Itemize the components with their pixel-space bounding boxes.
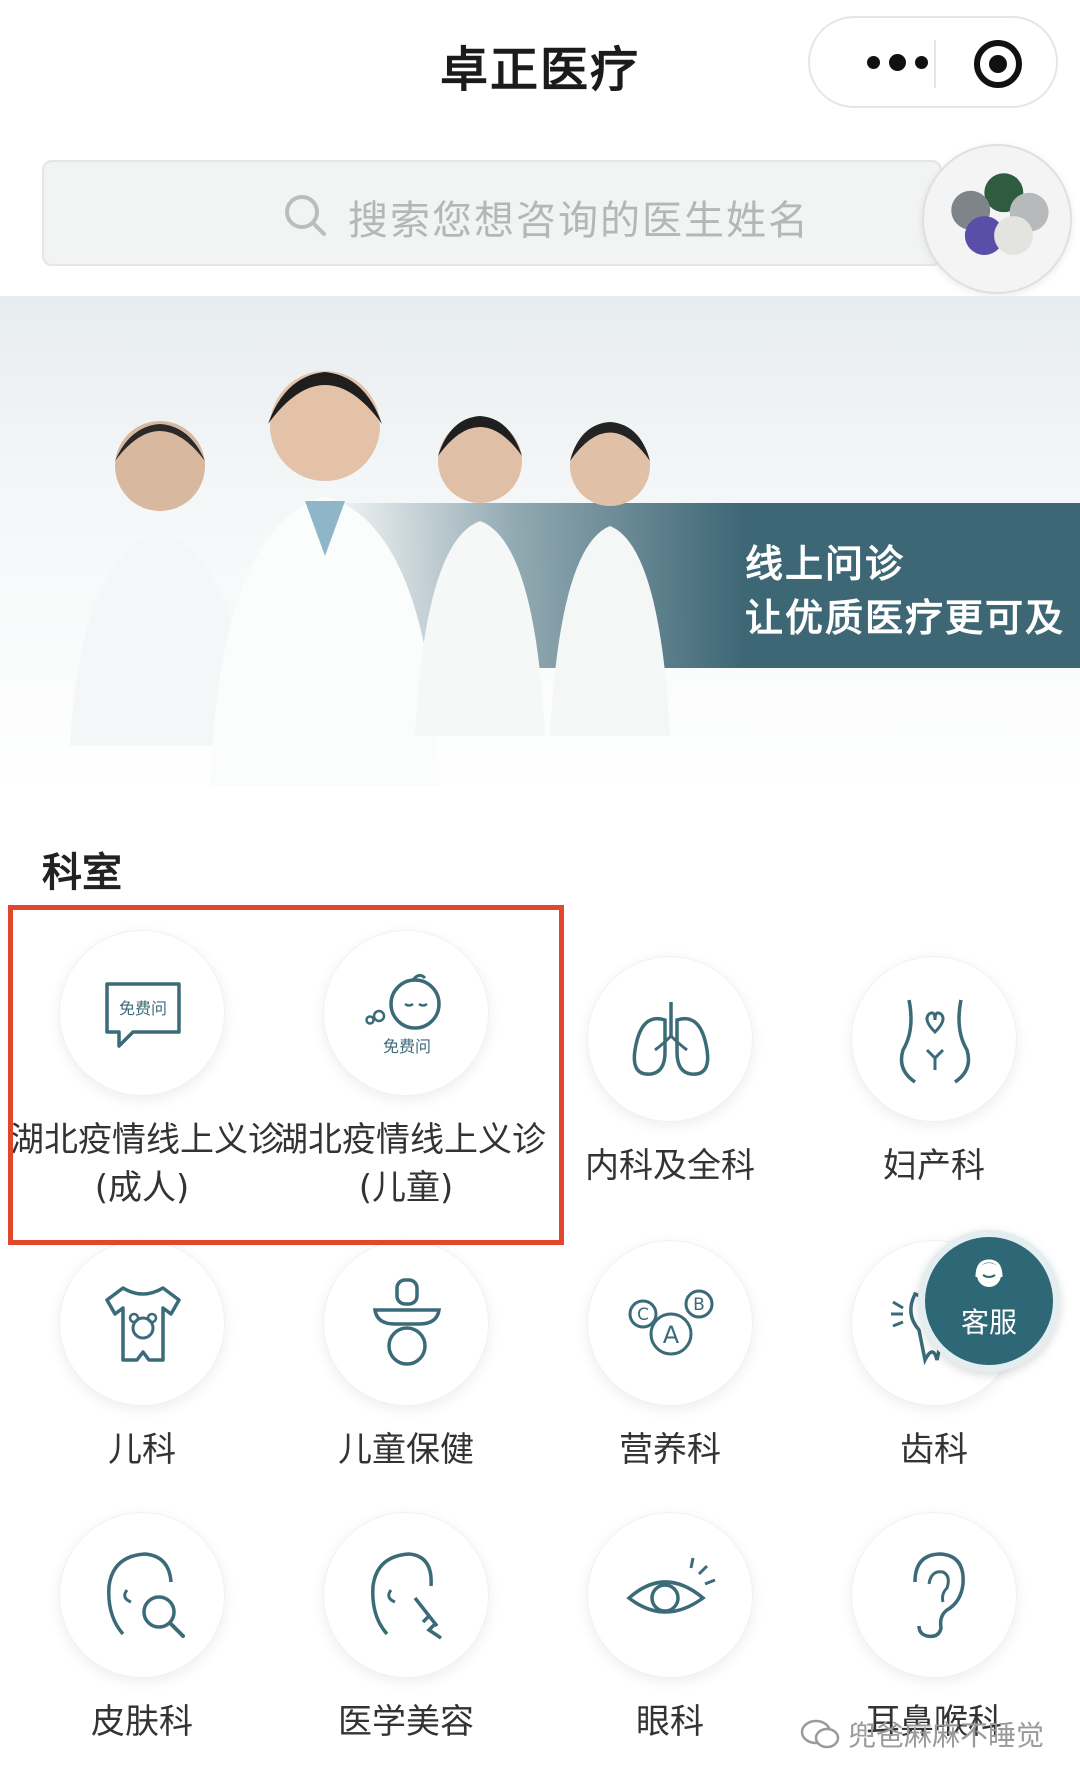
svg-text:B: B: [693, 1295, 705, 1315]
banner-line1: 线上问诊: [745, 542, 906, 586]
dept-pediatrics[interactable]: 儿科: [10, 1240, 274, 1490]
dept-obgyn[interactable]: 妇产科: [802, 956, 1066, 1206]
lungs-icon: [632, 1002, 710, 1076]
more-dot-icon: [866, 55, 880, 69]
brand-logo-icon: [951, 173, 1049, 256]
dept-child-health[interactable]: 儿童保健: [274, 1240, 538, 1490]
section-title: 科室: [42, 850, 122, 896]
dept-label: 儿童保健: [338, 1430, 474, 1470]
highlight-box: [8, 905, 564, 1245]
dept-label: 齿科: [900, 1430, 968, 1470]
dept-label: 皮肤科: [91, 1702, 193, 1742]
more-dot-icon: [914, 55, 928, 69]
capsule-divider: [934, 40, 936, 88]
mini-program-capsule: [808, 16, 1058, 108]
dept-label: 内科及全科: [585, 1146, 755, 1186]
face-magnifier-icon: [107, 1552, 185, 1638]
wechat-icon: [800, 1719, 840, 1749]
dept-icon-circle: [587, 1512, 753, 1678]
hero-banner[interactable]: 线上问诊 让优质医疗更可及: [0, 296, 1080, 796]
ear-icon: [913, 1552, 965, 1639]
dept-label: 眼科: [636, 1702, 704, 1742]
customer-service-button[interactable]: 客服: [918, 1230, 1060, 1372]
dept-ophthalmology[interactable]: 眼科: [538, 1512, 802, 1762]
search-icon: [285, 195, 326, 236]
vitamins-abc-icon: C B A: [628, 1289, 714, 1356]
dept-icon-circle: [851, 1512, 1017, 1678]
customer-service-label: 客服: [960, 1306, 1017, 1339]
dept-aesthetics[interactable]: 医学美容: [274, 1512, 538, 1762]
face-syringe-icon: [371, 1552, 442, 1640]
dept-icon-circle: [59, 1512, 225, 1678]
dept-nutrition[interactable]: C B A 营养科: [538, 1240, 802, 1490]
brand-avatar[interactable]: [922, 144, 1072, 294]
uterus-icon: [899, 999, 971, 1084]
banner-line2: 让优质医疗更可及: [745, 596, 1066, 640]
headset-agent-icon: [975, 1259, 1003, 1287]
more-dot-icon: [888, 53, 906, 71]
dept-label: 妇产科: [883, 1146, 985, 1186]
dept-icon-circle: [587, 956, 753, 1122]
close-program-button[interactable]: [974, 40, 1022, 88]
watermark-text: 兜爸麻麻不睡觉: [848, 1719, 1045, 1752]
watermark: 兜爸麻麻不睡觉: [800, 1712, 1070, 1756]
dept-dermatology[interactable]: 皮肤科: [10, 1512, 274, 1762]
dept-icon-circle: [59, 1240, 225, 1406]
dept-icon-circle: [323, 1512, 489, 1678]
dept-label: 儿科: [108, 1430, 176, 1470]
dept-icon-circle: C B A: [587, 1240, 753, 1406]
doctors-photo: [70, 371, 670, 786]
search-placeholder: 搜索您想咨询的医生姓名: [348, 198, 810, 244]
dept-icon-circle: [851, 956, 1017, 1122]
dept-label: 营养科: [619, 1430, 721, 1470]
dept-label: 医学美容: [338, 1702, 474, 1742]
eye-icon: [626, 1557, 716, 1614]
search-bar[interactable]: 搜索您想咨询的医生姓名: [42, 160, 942, 266]
baby-onesie-icon: [105, 1286, 181, 1362]
dept-icon-circle: [323, 1240, 489, 1406]
pacifier-icon: [372, 1278, 442, 1366]
svg-text:C: C: [637, 1305, 649, 1325]
top-bar: 卓正医疗: [0, 0, 1080, 130]
svg-text:A: A: [663, 1321, 680, 1349]
dept-internal-medicine[interactable]: 内科及全科: [538, 956, 802, 1206]
